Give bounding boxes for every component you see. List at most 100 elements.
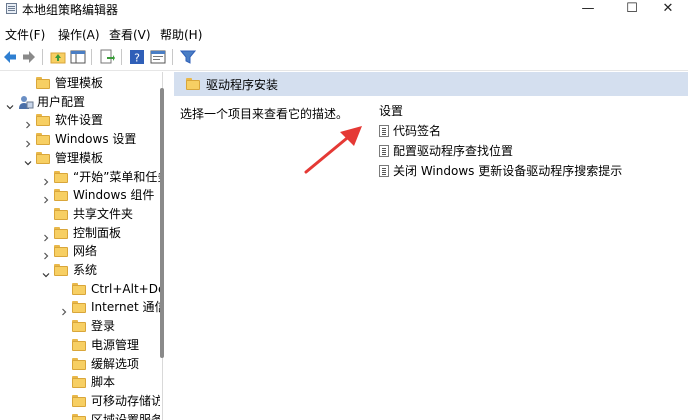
up-folder-icon[interactable]	[50, 49, 66, 65]
properties-icon[interactable]	[150, 49, 166, 65]
window-title: 本地组策略编辑器	[22, 3, 119, 17]
tree-item[interactable]: “开始”菜单和任务	[0, 168, 160, 187]
chevron-down-icon[interactable]	[24, 154, 32, 166]
tree-item-label: Ctrl+Alt+De	[91, 281, 160, 296]
folder-icon	[72, 320, 86, 333]
tree-item[interactable]: 电源管理	[0, 336, 160, 355]
app-icon	[6, 3, 17, 14]
tree-item[interactable]: 控制面板	[0, 224, 160, 243]
tree-item[interactable]: 用户配置	[0, 93, 160, 112]
tree-item[interactable]: 软件设置	[0, 111, 160, 130]
toolbar-separator	[42, 49, 43, 65]
folder-icon	[36, 77, 50, 89]
menu-action[interactable]: 操作(A)	[58, 26, 100, 43]
user-config-icon	[18, 95, 34, 110]
folder-icon	[72, 338, 86, 351]
close-button[interactable]: ✕	[648, 0, 688, 18]
folder-icon	[186, 78, 200, 90]
tree-item-label: 脚本	[91, 375, 116, 390]
tree-item-label: 共享文件夹	[73, 206, 134, 221]
tree-item[interactable]: 管理模板	[0, 74, 160, 93]
menu-view[interactable]: 查看(V)	[109, 26, 151, 43]
toolbar-separator	[91, 49, 92, 65]
tree-item-label: 用户配置	[37, 94, 86, 109]
details-pane: 驱动程序安装 选择一个项目来查看它的描述。 设置 代码签名 配置驱动程序查找位置…	[174, 72, 688, 420]
menu-help[interactable]: 帮助(H)	[160, 26, 202, 43]
folder-icon	[36, 151, 50, 164]
tree-item[interactable]: 缓解选项	[0, 355, 160, 374]
tree-item[interactable]: Ctrl+Alt+De	[0, 280, 160, 299]
folder-icon	[36, 114, 50, 127]
export-list-icon[interactable]	[99, 49, 115, 65]
tree-item-label: 网络	[73, 244, 98, 259]
details-header-title: 驱动程序安装	[206, 78, 279, 92]
maximize-button[interactable]: ☐	[612, 0, 652, 18]
tree-item-label: 管理模板	[55, 150, 104, 165]
tree-item-label: 软件设置	[55, 113, 104, 128]
annotation-arrow-icon	[304, 126, 362, 174]
tree-item[interactable]: 共享文件夹	[0, 205, 160, 224]
folder-icon	[36, 133, 50, 146]
tree-item-label: 区域设置服务	[91, 412, 160, 420]
tree-item[interactable]: 可移动存储访	[0, 392, 160, 411]
chevron-right-icon[interactable]	[42, 229, 50, 242]
back-icon[interactable]	[2, 49, 18, 65]
tree-item[interactable]: Windows 组件	[0, 186, 160, 205]
toolbar: ?	[0, 44, 688, 71]
toolbar-separator	[172, 49, 173, 65]
tree-scrollbar-thumb[interactable]	[160, 88, 164, 358]
policy-setting-icon	[379, 145, 389, 157]
policy-setting-icon	[379, 125, 389, 137]
folder-icon	[54, 264, 68, 276]
folder-icon	[72, 282, 86, 295]
forward-icon[interactable]	[21, 49, 37, 65]
filter-icon[interactable]	[179, 49, 197, 65]
svg-text:?: ?	[134, 52, 140, 65]
tree-item[interactable]: Internet 通信	[0, 298, 160, 317]
tree-item-label: 控制面板	[73, 225, 122, 240]
tree-item[interactable]: 脚本	[0, 373, 160, 392]
tree-item-label: 管理模板	[55, 76, 104, 90]
folder-icon	[72, 301, 86, 314]
menu-bar: 文件(F) 操作(A) 查看(V) 帮助(H)	[0, 24, 688, 44]
title-bar: 本地组策略编辑器 — ☐ ✕	[0, 0, 688, 18]
tree-item-label: 缓解选项	[91, 356, 140, 371]
tree-item-label: 可移动存储访	[91, 393, 160, 408]
chevron-right-icon[interactable]	[42, 173, 50, 185]
chevron-right-icon[interactable]	[42, 191, 50, 204]
folder-icon	[54, 170, 68, 183]
tree-item[interactable]: Windows 设置	[0, 130, 160, 149]
tree-item-label: Internet 通信	[91, 300, 160, 315]
show-hide-tree-icon[interactable]	[70, 49, 86, 65]
chevron-down-icon[interactable]	[42, 266, 50, 278]
folder-icon	[54, 189, 68, 202]
tree-item-label: 登录	[91, 319, 116, 334]
folder-icon	[54, 245, 68, 258]
folder-icon	[72, 413, 86, 420]
tree-item[interactable]: 系统	[0, 261, 160, 280]
tree-item[interactable]: 管理模板	[0, 149, 160, 168]
chevron-right-icon[interactable]	[24, 116, 32, 129]
tree-item-label: 系统	[73, 263, 98, 277]
tree-pane[interactable]: 管理模板 用户配置 软件设置 Windows 设置 管理模板 “开始”菜单和任务 Windo…	[0, 72, 160, 420]
setting-label: 配置驱动程序查找位置	[393, 144, 514, 158]
tree-item[interactable]: 网络	[0, 242, 160, 261]
menu-file[interactable]: 文件(F)	[5, 26, 45, 43]
folder-icon	[54, 226, 68, 239]
settings-column-header[interactable]: 设置	[379, 102, 403, 119]
toolbar-separator	[121, 49, 122, 65]
tree-item-label: 电源管理	[91, 337, 140, 352]
folder-icon	[54, 207, 68, 220]
chevron-right-icon[interactable]	[60, 303, 68, 316]
setting-label: 关闭 Windows 更新设备驱动程序搜索提示	[393, 164, 623, 178]
chevron-right-icon[interactable]	[24, 135, 32, 148]
chevron-right-icon[interactable]	[42, 247, 50, 260]
folder-icon	[72, 357, 86, 370]
folder-icon	[72, 376, 86, 389]
minimize-button[interactable]: —	[568, 0, 608, 18]
tree-item[interactable]: 登录	[0, 317, 160, 336]
tree-item[interactable]: 区域设置服务	[0, 411, 160, 420]
help-icon[interactable]: ?	[129, 49, 145, 65]
tree-item-label: Windows 组件	[73, 188, 155, 203]
chevron-down-icon[interactable]	[6, 98, 14, 110]
